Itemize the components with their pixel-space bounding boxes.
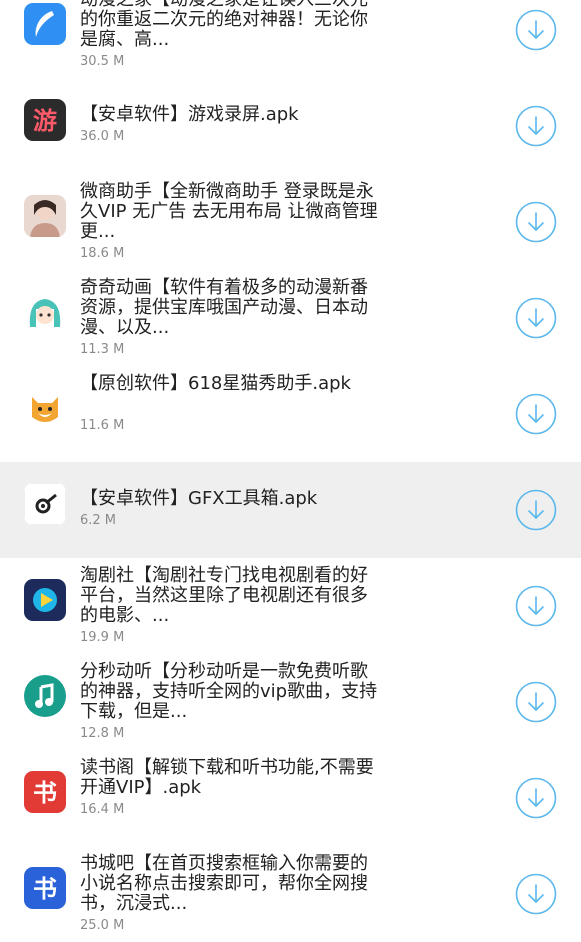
- app-title[interactable]: 微商助手【全新微商助手 登录既是永久VIP 无广告 去无用布局 让微商管理更..…: [80, 182, 380, 242]
- cat-face-app-icon: [24, 387, 66, 429]
- app-title[interactable]: 分秒动听【分秒动听是一款免费听歌的神器，支持听全网的vip歌曲，支持下载，但是.…: [80, 662, 380, 722]
- app-title[interactable]: 【安卓软件】GFX工具箱.apk: [80, 489, 380, 509]
- feather-app-icon: [24, 3, 66, 45]
- download-button[interactable]: [515, 681, 557, 723]
- download-button[interactable]: [515, 393, 557, 435]
- music-note-app-icon: [24, 675, 66, 717]
- list-item[interactable]: 书书城吧【在首页搜索框输入你需要的小说名称点击搜索即可，帮你全网搜书，沉浸式..…: [0, 846, 581, 942]
- game-recorder-app-icon: 游: [24, 99, 66, 141]
- gear-tool-app-icon: [24, 483, 66, 525]
- list-item[interactable]: 微商助手【全新微商助手 登录既是永久VIP 无广告 去无用布局 让微商管理更..…: [0, 174, 581, 270]
- download-button[interactable]: [515, 585, 557, 627]
- download-button[interactable]: [515, 489, 557, 531]
- svg-text:书: 书: [33, 875, 57, 903]
- app-title[interactable]: 【安卓软件】游戏录屏.apk: [80, 105, 380, 125]
- app-title[interactable]: 淘剧社【淘剧社专门找电视剧看的好平台，当然这里除了电视剧还有很多的电影、...: [80, 566, 380, 626]
- download-arrow-icon: [515, 9, 557, 51]
- app-title[interactable]: 【原创软件】618星猫秀助手.apk: [80, 374, 380, 394]
- user-photo-app-icon: [24, 195, 66, 237]
- file-size: 11.6 M: [80, 418, 125, 433]
- app-title[interactable]: 奇奇动画【软件有着极多的动漫新番资源，提供宝库哦国产动漫、日本动漫、以及...: [80, 278, 380, 338]
- download-arrow-icon: [515, 681, 557, 723]
- book-city-app-icon: 书: [24, 867, 66, 909]
- list-item[interactable]: 动漫之家【动漫之家是让误入三次元的你重返二次元的绝对神器！无论你是腐、高... 3…: [0, 0, 581, 78]
- list-item[interactable]: 【原创软件】618星猫秀助手.apk 11.6 M: [0, 366, 581, 462]
- svg-text:书: 书: [33, 779, 57, 807]
- download-arrow-icon: [515, 201, 557, 243]
- download-arrow-icon: [515, 393, 557, 435]
- download-arrow-icon: [515, 297, 557, 339]
- download-arrow-icon: [515, 873, 557, 915]
- file-size: 25.0 M: [80, 918, 125, 933]
- download-button[interactable]: [515, 105, 557, 147]
- list-item[interactable]: 淘剧社【淘剧社专门找电视剧看的好平台，当然这里除了电视剧还有很多的电影、... 1…: [0, 558, 581, 654]
- anime-girl-app-icon: [24, 291, 66, 333]
- app-title[interactable]: 书城吧【在首页搜索框输入你需要的小说名称点击搜索即可，帮你全网搜书，沉浸式...: [80, 854, 380, 914]
- download-arrow-icon: [515, 105, 557, 147]
- file-size: 19.9 M: [80, 630, 125, 645]
- svg-text:游: 游: [33, 107, 57, 135]
- download-button[interactable]: [515, 9, 557, 51]
- download-button[interactable]: [515, 873, 557, 915]
- book-app-icon: 书: [24, 771, 66, 813]
- file-size: 6.2 M: [80, 513, 117, 528]
- download-arrow-icon: [515, 777, 557, 819]
- download-arrow-icon: [515, 489, 557, 531]
- file-size: 18.6 M: [80, 246, 125, 261]
- download-button[interactable]: [515, 297, 557, 339]
- file-size: 12.8 M: [80, 726, 125, 741]
- download-arrow-icon: [515, 585, 557, 627]
- app-title[interactable]: 动漫之家【动漫之家是让误入三次元的你重返二次元的绝对神器！无论你是腐、高...: [80, 0, 380, 50]
- file-size: 11.3 M: [80, 342, 125, 357]
- download-button[interactable]: [515, 777, 557, 819]
- list-item[interactable]: 奇奇动画【软件有着极多的动漫新番资源，提供宝库哦国产动漫、日本动漫、以及... 1…: [0, 270, 581, 366]
- list-item[interactable]: 【安卓软件】GFX工具箱.apk 6.2 M: [0, 462, 581, 558]
- download-button[interactable]: [515, 201, 557, 243]
- file-size: 30.5 M: [80, 54, 125, 69]
- app-title[interactable]: 读书阁【解锁下载和听书功能,不需要开通VIP】.apk: [80, 758, 380, 798]
- list-item[interactable]: 游 【安卓软件】游戏录屏.apk 36.0 M: [0, 78, 581, 174]
- play-button-app-icon: [24, 579, 66, 621]
- file-size: 16.4 M: [80, 802, 125, 817]
- file-size: 36.0 M: [80, 129, 125, 144]
- list-item[interactable]: 分秒动听【分秒动听是一款免费听歌的神器，支持听全网的vip歌曲，支持下载，但是.…: [0, 654, 581, 750]
- list-item[interactable]: 书读书阁【解锁下载和听书功能,不需要开通VIP】.apk 16.4 M: [0, 750, 581, 846]
